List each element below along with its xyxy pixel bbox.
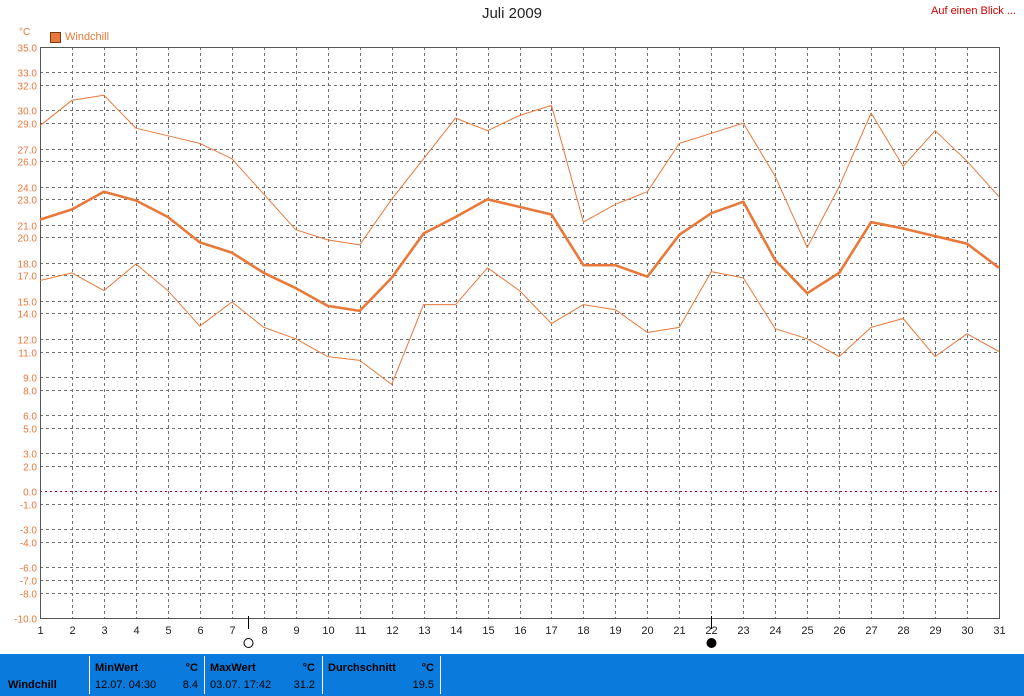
x-tick-label: 19 — [609, 625, 621, 637]
y-tick-label: -4.0 — [20, 539, 38, 550]
max-date: 03.07. 17:42 — [210, 679, 272, 691]
x-tick-label: 6 — [197, 625, 203, 637]
y-tick-label: -10.0 — [14, 615, 37, 626]
x-tick-label: 8 — [261, 625, 267, 637]
windchill-range-line — [39, 94, 1000, 248]
full-moon-icon — [243, 638, 254, 648]
x-tick-label: 26 — [833, 625, 845, 637]
y-tick-label: 2.0 — [23, 463, 37, 474]
avg-unit: °C — [421, 662, 434, 674]
x-tick-label: 21 — [673, 625, 685, 637]
y-tick-label: 32.0 — [18, 82, 38, 93]
y-tick-label: 21.0 — [18, 222, 38, 233]
y-tick-label: -1.0 — [20, 501, 38, 512]
y-tick-label: 6.0 — [23, 412, 37, 423]
y-tick-label: 24.0 — [18, 184, 38, 195]
footer-series-name: Windchill — [8, 679, 57, 691]
windchill-range-line — [39, 263, 1000, 385]
y-tick-label: 3.0 — [23, 450, 37, 461]
x-tick-label: 14 — [450, 625, 462, 637]
min-label: MinWert — [95, 662, 139, 674]
y-tick-label: -6.0 — [20, 564, 38, 575]
x-tick-label: 9 — [293, 625, 299, 637]
stats-footer: Windchill MinWert °C 12.07. 04:30 8.4 Ma… — [0, 654, 1024, 696]
windchill-chart: 35.033.032.030.029.027.026.024.023.021.0… — [14, 44, 1006, 648]
series-lines — [39, 94, 1000, 385]
y-tick-label: 30.0 — [18, 107, 38, 118]
x-tick-label: 18 — [577, 625, 589, 637]
x-tick-label: 31 — [993, 625, 1005, 637]
y-tick-label: 27.0 — [18, 146, 38, 157]
y-tick-label: 18.0 — [18, 260, 38, 271]
x-tick-label: 10 — [322, 625, 334, 637]
avg-value: 19.5 — [412, 679, 434, 691]
windchill-average-line — [39, 190, 1000, 313]
x-tick-label: 13 — [418, 625, 430, 637]
x-tick-label: 28 — [897, 625, 909, 637]
grid — [40, 47, 1000, 619]
x-tick-label: 27 — [865, 625, 877, 637]
y-tick-label: 12.0 — [18, 336, 38, 347]
y-tick-label: 9.0 — [23, 374, 37, 385]
min-value: 8.4 — [182, 679, 198, 691]
y-tick-label: 29.0 — [18, 120, 38, 131]
x-tick-label: 25 — [801, 625, 813, 637]
y-tick-label: 33.0 — [18, 69, 38, 80]
x-tick-label: 17 — [545, 625, 557, 637]
y-tick-label: 35.0 — [18, 44, 38, 55]
x-tick-label: 29 — [929, 625, 941, 637]
x-tick-label: 12 — [386, 625, 398, 637]
y-tick-label: 20.0 — [18, 234, 38, 245]
y-axis-ticks: 35.0 33.0 32.0 30.0 29.0 27.026.0 24.023.0 21.0… — [14, 44, 37, 626]
min-date: 12.07. 04:30 — [95, 679, 157, 691]
x-axis-ticks: 1 2 3 4 5 6 7 8 9 10 11 12 13 14 15 16 17 18 19 20 21 22 23 24 2… — [37, 625, 1005, 637]
x-tick-label: 15 — [482, 625, 494, 637]
y-tick-label: 11.0 — [18, 349, 37, 360]
y-tick-label: 0.0 — [23, 488, 37, 499]
x-tick-label: 24 — [769, 625, 781, 637]
x-tick-label: 4 — [133, 625, 139, 637]
x-tick-label: 23 — [737, 625, 749, 637]
max-label: MaxWert — [210, 662, 256, 674]
max-value: 31.2 — [293, 679, 315, 691]
max-unit: °C — [302, 662, 315, 674]
x-tick-label: 3 — [101, 625, 107, 637]
min-unit: °C — [185, 662, 198, 674]
x-tick-label: 16 — [514, 625, 526, 637]
x-tick-label: 30 — [961, 625, 973, 637]
y-tick-label: 14.0 — [18, 310, 38, 321]
x-tick-label: 11 — [355, 625, 366, 637]
y-tick-label: -3.0 — [20, 526, 38, 537]
avg-label: Durchschnitt — [328, 662, 396, 674]
y-tick-label: 8.0 — [23, 387, 37, 398]
x-tick-label: 20 — [641, 625, 653, 637]
y-tick-label: 15.0 — [18, 298, 38, 309]
y-tick-label: 17.0 — [18, 272, 38, 283]
y-tick-label: -7.0 — [20, 577, 38, 588]
y-tick-label: 23.0 — [18, 196, 38, 207]
y-tick-label: 5.0 — [23, 425, 37, 436]
x-tick-label: 2 — [69, 625, 75, 637]
max-panel: MaxWert °C 03.07. 17:42 31.2 — [204, 656, 321, 694]
min-panel: MinWert °C 12.07. 04:30 8.4 — [89, 656, 204, 694]
y-tick-label: 26.0 — [18, 158, 38, 169]
x-tick-label: 1 — [37, 625, 43, 637]
x-tick-label: 5 — [165, 625, 171, 637]
x-tick-label: 7 — [229, 625, 235, 637]
avg-panel: Durchschnitt °C 19.5 — [322, 656, 441, 694]
new-moon-icon — [706, 638, 717, 648]
y-tick-label: -8.0 — [20, 590, 38, 601]
